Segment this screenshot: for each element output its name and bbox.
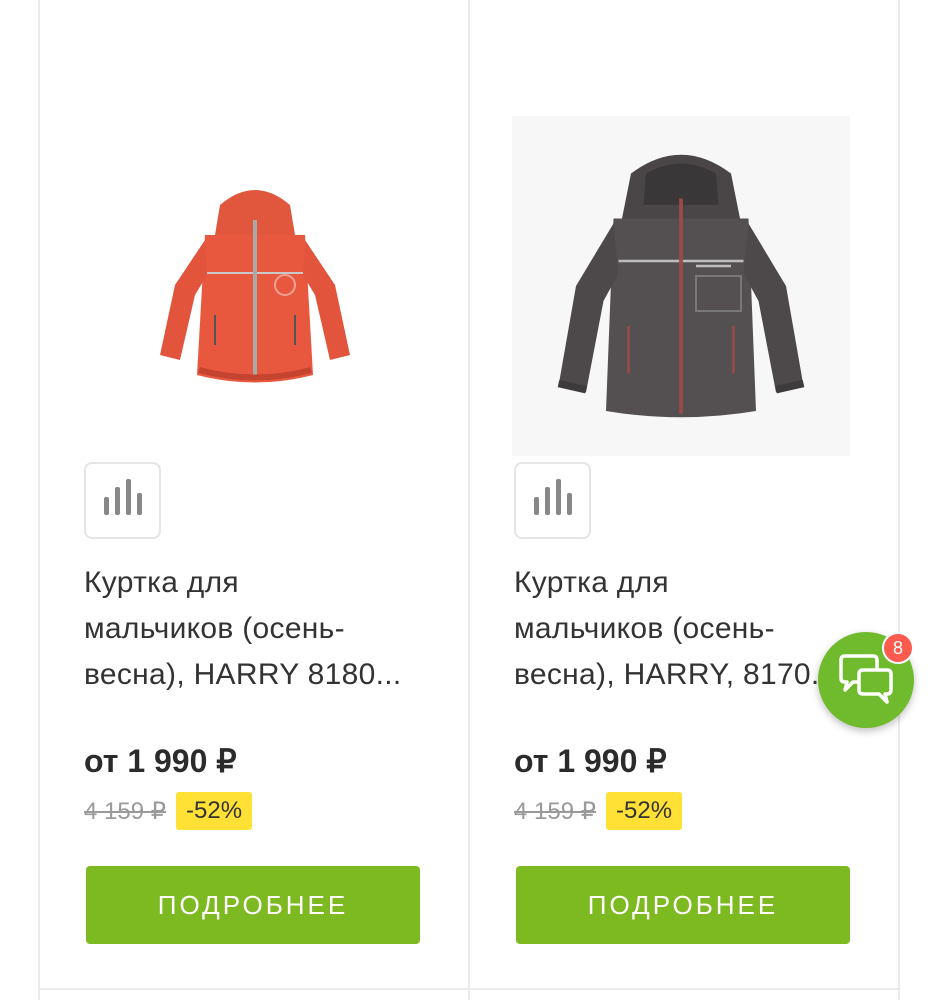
product-grid: Куртка для мальчиков (осень- весна), HAR… [0,0,939,1000]
product-title-line: Куртка для [514,566,669,599]
product-title[interactable]: Куртка для мальчиков (осень- весна), HAR… [84,560,429,698]
price-old-row: 4 159 ₽ -52% [514,792,683,830]
product-price: от 1 990 ₽ [84,743,237,779]
product-price: от 1 990 ₽ [514,743,667,779]
product-title-line: весна), HARRY, 8170... [514,658,837,691]
grey-jacket-image [557,154,805,418]
compare-chart-icon [533,497,539,515]
details-button[interactable]: ПОДРОБНЕЕ [516,866,850,944]
product-card[interactable]: Куртка для мальчиков (осень- весна), HAR… [38,0,470,990]
product-title-line: мальчиков (осень- [84,612,345,645]
compare-chart-icon [103,497,109,515]
product-title-line: весна), HARRY 8180... [84,658,402,691]
details-button[interactable]: ПОДРОБНЕЕ [86,866,420,944]
old-price: 4 159 ₽ [514,797,596,825]
compare-button[interactable] [514,462,591,539]
discount-badge: -52% [606,792,683,830]
product-image[interactable] [512,116,850,456]
next-product-card [468,988,900,1000]
product-title[interactable]: Куртка для мальчиков (осень- весна), HAR… [514,560,859,698]
product-card[interactable]: Куртка для мальчиков (осень- весна), HAR… [468,0,900,990]
chat-bubbles-icon [839,654,893,704]
discount-badge: -52% [176,792,253,830]
compare-button[interactable] [84,462,161,539]
product-image[interactable] [80,110,430,460]
price-old-row: 4 159 ₽ -52% [84,792,253,830]
orange-jacket-image [160,190,350,383]
chat-unread-badge: 8 [882,632,914,664]
product-title-line: Куртка для [84,566,239,599]
old-price: 4 159 ₽ [84,797,166,825]
next-product-card [38,988,470,1000]
product-title-line: мальчиков (осень- [514,612,775,645]
